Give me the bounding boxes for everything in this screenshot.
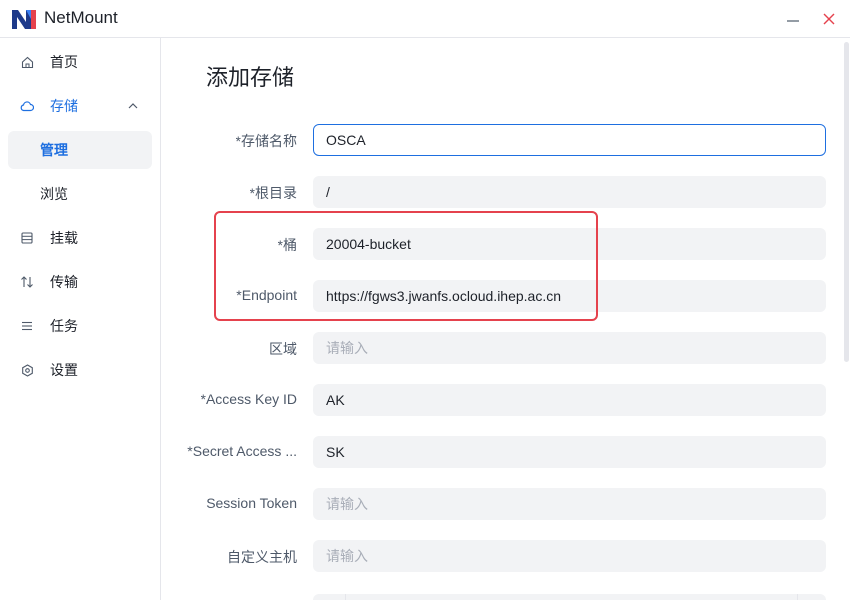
root-dir-input[interactable]: [313, 176, 826, 208]
bucket-input[interactable]: [313, 228, 826, 260]
gear-icon: [20, 363, 34, 377]
minimize-button[interactable]: [782, 8, 804, 30]
form-row-secret-access-key: *Secret Access ...: [161, 436, 850, 468]
access-key-id-label: *Access Key ID: [200, 391, 297, 407]
storage-name-label: *存储名称: [235, 133, 297, 149]
root-dir-label: *根目录: [249, 185, 297, 201]
sidebar-item-label: 传输: [50, 274, 78, 290]
app-title: NetMount: [44, 8, 118, 27]
scrollbar[interactable]: [844, 38, 850, 600]
chevron-up-icon: [128, 103, 138, 109]
close-button[interactable]: [818, 8, 840, 30]
sidebar-item-label: 管理: [40, 142, 68, 158]
storage-name-input[interactable]: [313, 124, 826, 156]
netmount-logo: [12, 10, 36, 29]
field-divider: [345, 594, 346, 600]
region-label: 区域: [269, 341, 297, 357]
form-row-endpoint: *Endpoint: [161, 280, 850, 312]
transfer-icon: [20, 275, 34, 289]
bucket-label: *桶: [277, 237, 297, 253]
form-row-custom-host: 自定义主机: [161, 540, 850, 572]
form-row-storage-name: *存储名称: [161, 124, 850, 156]
title-bar: NetMount: [0, 0, 850, 38]
session-token-label: Session Token: [206, 495, 297, 511]
page-title: 添加存储: [206, 65, 295, 90]
endpoint-input[interactable]: [313, 280, 826, 312]
sidebar-item-label: 设置: [50, 362, 78, 378]
sidebar-item-label: 浏览: [40, 186, 68, 202]
form-row-region: 区域: [161, 332, 850, 364]
partial-next-field[interactable]: [313, 594, 826, 600]
sidebar-item-label: 存储: [50, 98, 78, 114]
access-key-id-input[interactable]: [313, 384, 826, 416]
sidebar-item-tasks[interactable]: 任务: [8, 307, 152, 345]
main-content: 添加存储 *存储名称 *根目录 *桶 *Endpoint 区域 *Access …: [161, 38, 850, 600]
sidebar-item-transfer[interactable]: 传输: [8, 263, 152, 301]
sidebar-item-label: 挂载: [50, 230, 78, 246]
sidebar-item-label: 任务: [50, 318, 78, 334]
sidebar-item-storage[interactable]: 存储: [8, 87, 152, 125]
field-divider: [797, 594, 798, 600]
sidebar-item-browse[interactable]: 浏览: [8, 175, 152, 213]
region-input[interactable]: [313, 332, 826, 364]
sidebar-item-home[interactable]: 首页: [8, 43, 152, 81]
form-row-session-token: Session Token: [161, 488, 850, 520]
form-row-access-key-id: *Access Key ID: [161, 384, 850, 416]
sidebar-item-settings[interactable]: 设置: [8, 351, 152, 389]
sidebar-item-mount[interactable]: 挂载: [8, 219, 152, 257]
form-row-root-dir: *根目录: [161, 176, 850, 208]
endpoint-label: *Endpoint: [236, 287, 297, 303]
custom-host-input[interactable]: [313, 540, 826, 572]
sidebar-item-manage[interactable]: 管理: [8, 131, 152, 169]
form-row-bucket: *桶: [161, 228, 850, 260]
scrollbar-thumb[interactable]: [844, 42, 849, 362]
secret-access-key-input[interactable]: [313, 436, 826, 468]
custom-host-label: 自定义主机: [227, 549, 297, 565]
minimize-icon: [787, 20, 799, 22]
list-icon: [20, 319, 34, 333]
sidebar-item-label: 首页: [50, 54, 78, 70]
secret-access-key-label: *Secret Access ...: [187, 443, 297, 459]
sidebar: 首页 存储 管理 浏览 挂载 传输 任务 设置: [0, 38, 161, 600]
session-token-input[interactable]: [313, 488, 826, 520]
home-icon: [20, 55, 34, 69]
cloud-icon: [20, 99, 34, 113]
drive-icon: [20, 231, 34, 245]
close-icon: [823, 13, 835, 25]
